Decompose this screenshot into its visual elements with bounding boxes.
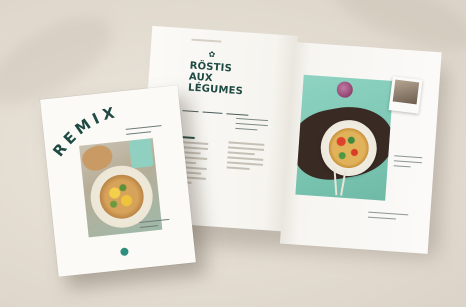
cover-handwritten-note (139, 218, 170, 232)
recipe-title-line-2: AUX LÉGUMES (187, 71, 244, 98)
handwritten-note (367, 211, 409, 225)
polaroid-photo (388, 76, 423, 114)
salad-dish (97, 172, 146, 221)
brand-logo-icon (120, 247, 129, 257)
photo-scene: ✿ RÖSTIS AUX LÉGUMES REMIX (0, 0, 466, 307)
instructions-column (226, 141, 265, 173)
rostis-dish (327, 126, 371, 170)
magazine-cover: REMIX (40, 85, 196, 277)
mint-backdrop (128, 138, 154, 169)
handwritten-note (235, 117, 269, 135)
handwritten-note (393, 155, 423, 172)
spread-right-page (279, 42, 442, 254)
red-onion (336, 81, 354, 99)
rostis-photo (295, 74, 394, 201)
herb-sprig-icon: ✿ (208, 49, 216, 60)
recipe-title: RÖSTIS AUX LÉGUMES (188, 61, 270, 100)
page-header-rule (191, 38, 222, 43)
